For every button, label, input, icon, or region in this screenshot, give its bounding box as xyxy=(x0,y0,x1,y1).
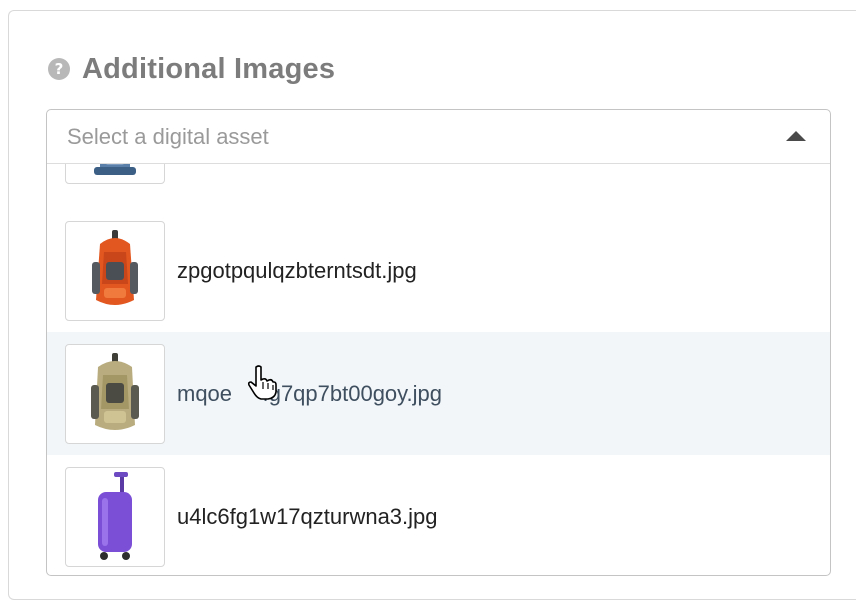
select-placeholder: Select a digital asset xyxy=(67,123,269,149)
section-title: Additional Images xyxy=(82,52,336,85)
option-item[interactable]: u4lc6fg1w17qzturwna3.jpg xyxy=(47,455,830,575)
tan-backpack-image xyxy=(91,352,139,430)
orange-backpack-thumbnail xyxy=(65,220,165,321)
option-item[interactable]: zpgotpqulqzbterntsdt.jpg xyxy=(47,209,830,332)
blue-backpack-image xyxy=(94,164,136,175)
options-list[interactable]: zpgotpqulqzbterntsdt.jpg mqoe fg7qp7bt00… xyxy=(47,164,830,575)
orange-backpack-image xyxy=(92,229,138,305)
purple-suitcase-image xyxy=(98,471,132,560)
question-mark-icon[interactable]: ? xyxy=(48,58,70,80)
tan-backpack-thumbnail xyxy=(65,343,165,444)
section-header: ? Additional Images xyxy=(48,52,335,86)
digital-asset-select[interactable]: Select a digital asset zpgotpqulqzbternt… xyxy=(46,109,831,576)
option-item-highlighted[interactable]: mqoe fg7qp7bt00goy.jpg xyxy=(47,332,830,455)
option-filename: zpgotpqulqzbterntsdt.jpg xyxy=(177,257,417,283)
purple-suitcase-thumbnail xyxy=(65,466,165,567)
option-filename: u4lc6fg1w17qzturwna3.jpg xyxy=(177,503,438,529)
option-item[interactable] xyxy=(47,164,830,195)
select-control[interactable]: Select a digital asset xyxy=(47,110,830,164)
option-filename: mqoe fg7qp7bt00goy.jpg xyxy=(177,380,443,406)
caret-up-icon[interactable] xyxy=(786,131,806,141)
blue-backpack-thumbnail xyxy=(65,164,165,184)
